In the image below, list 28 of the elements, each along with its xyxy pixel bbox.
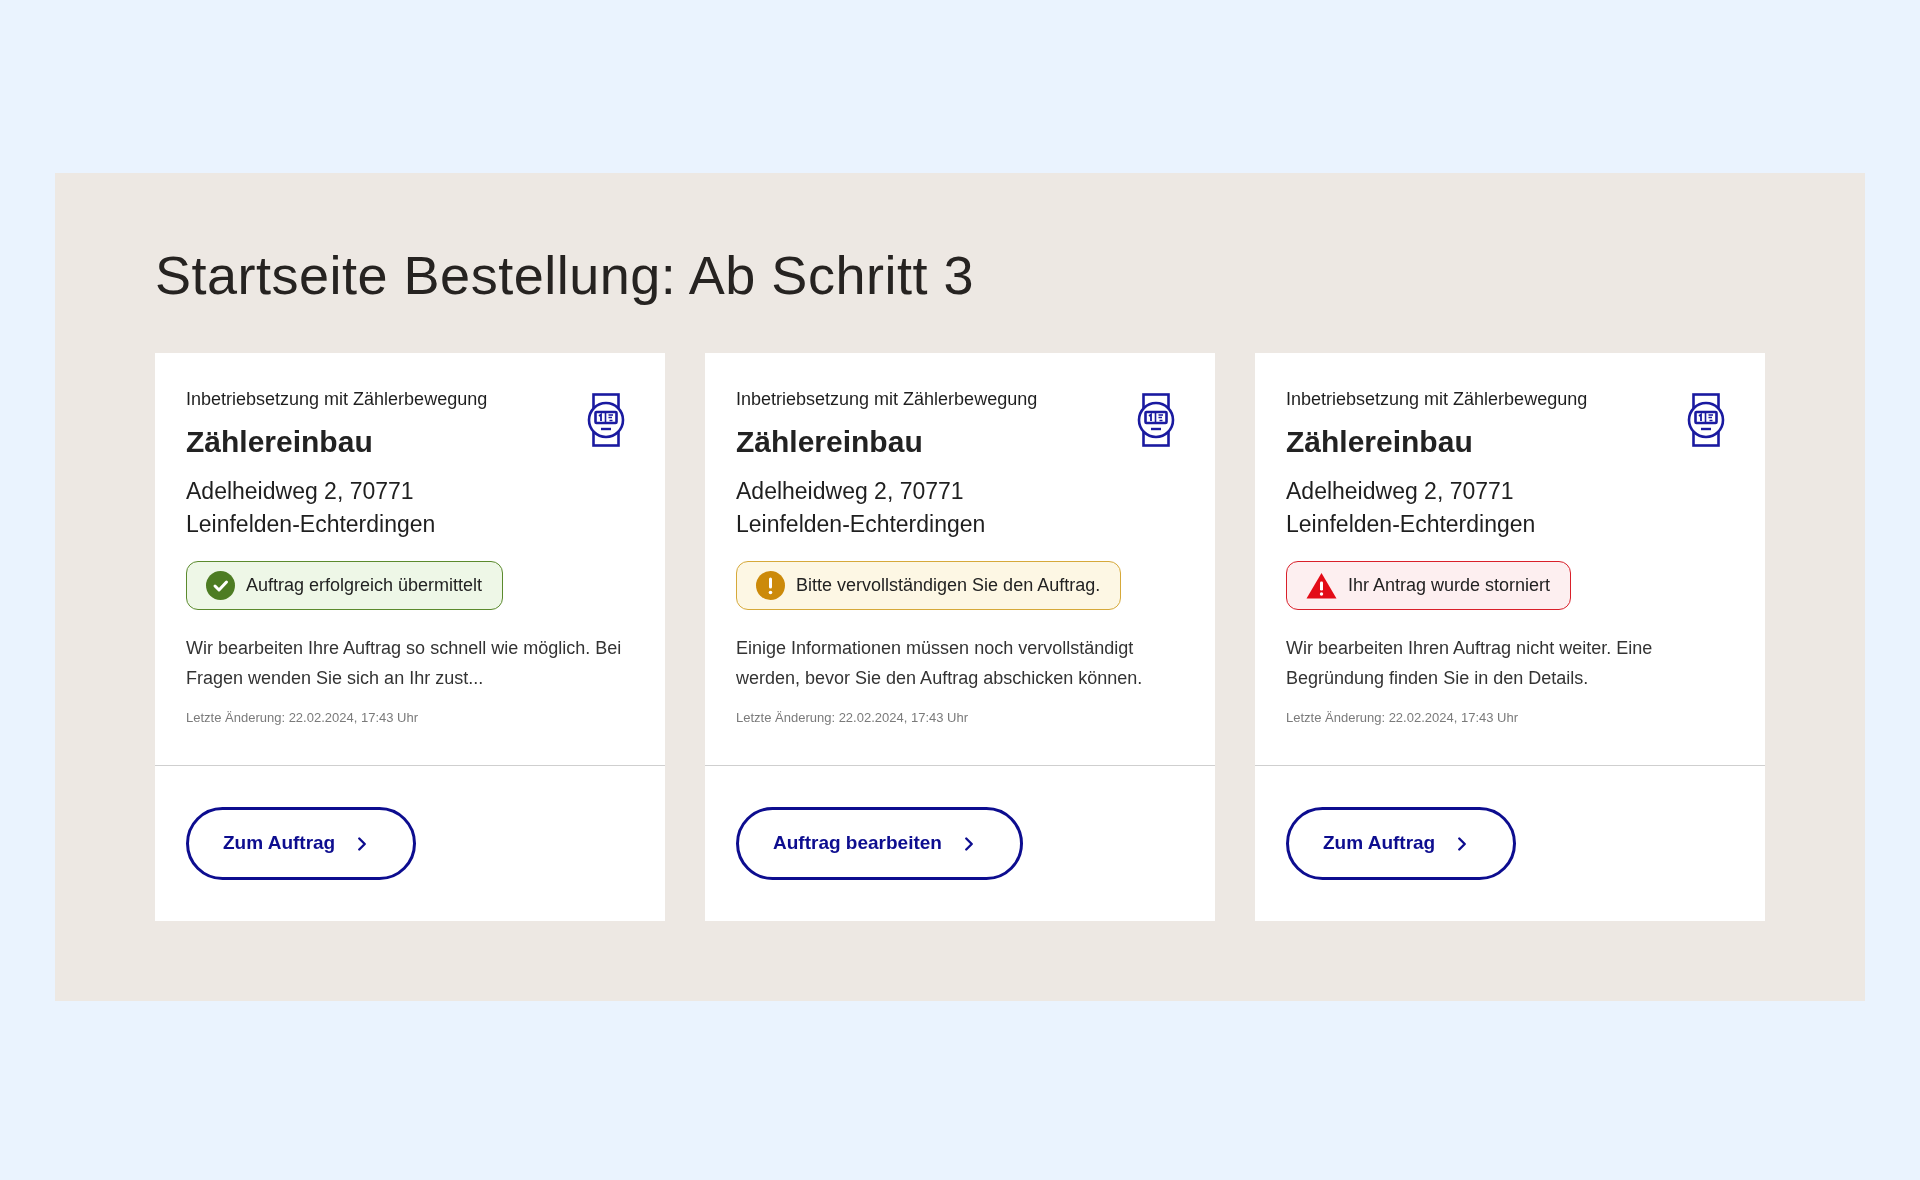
order-link-button[interactable]: Zum Auftrag — [1286, 807, 1517, 880]
last-change-date: Letzte Änderung: 22.02.2024, 17:43 Uhr — [736, 709, 969, 727]
last-change-date: Letzte Änderung: 22.02.2024, 17:43 Uhr — [1286, 709, 1519, 727]
meter-icon — [1687, 393, 1725, 447]
status-text: Ihr Antrag wurde storniert — [1348, 574, 1551, 597]
address-line: Adelheidweg 2, 70771 — [1286, 477, 1515, 506]
order-title: Zählereinbau — [1286, 424, 1474, 460]
address-line: Leinfelden-Echterdingen — [186, 510, 437, 539]
order-link-button[interactable]: Zum Auftrag — [186, 807, 417, 880]
order-category: Inbetriebsetzung mit Zählerbewegung — [186, 388, 488, 411]
meter-icon — [1137, 393, 1175, 447]
order-description: Einige Informationen müssen noch vervollständigt werden, bevor Sie den Auftrag abschicken können. — [736, 637, 1144, 690]
address-line: Leinfelden-Echterdingen — [1286, 510, 1537, 539]
order-title: Zählereinbau — [186, 424, 374, 460]
order-category: Inbetriebsetzung mit Zählerbewegung — [736, 388, 1038, 411]
meter-icon — [587, 393, 625, 447]
order-link-button[interactable]: Auftrag bearbeiten — [736, 807, 1023, 880]
last-change-date: Letzte Änderung: 22.02.2024, 17:43 Uhr — [186, 709, 419, 727]
order-description: Wir bearbeiten Ihre Auftrag so schnell wie möglich. Bei Fragen wenden Sie sich an Ihr zust... — [186, 637, 623, 690]
address-line: Adelheidweg 2, 70771 — [186, 477, 415, 506]
order-category: Inbetriebsetzung mit Zählerbewegung — [1286, 388, 1588, 411]
page-title: Startseite Bestellung: Ab Schritt 3 — [155, 244, 975, 307]
address-line: Leinfelden-Echterdingen — [736, 510, 987, 539]
order-description: Wir bearbeiten Ihren Auftrag nicht weiter. Eine Begründung finden Sie in den Details. — [1286, 637, 1654, 690]
status-text: Auftrag erfolgreich übermittelt — [246, 574, 483, 597]
order-title: Zählereinbau — [736, 424, 924, 460]
status-text: Bitte vervollständigen Sie den Auftrag. — [796, 574, 1101, 597]
address-line: Adelheidweg 2, 70771 — [736, 477, 965, 506]
